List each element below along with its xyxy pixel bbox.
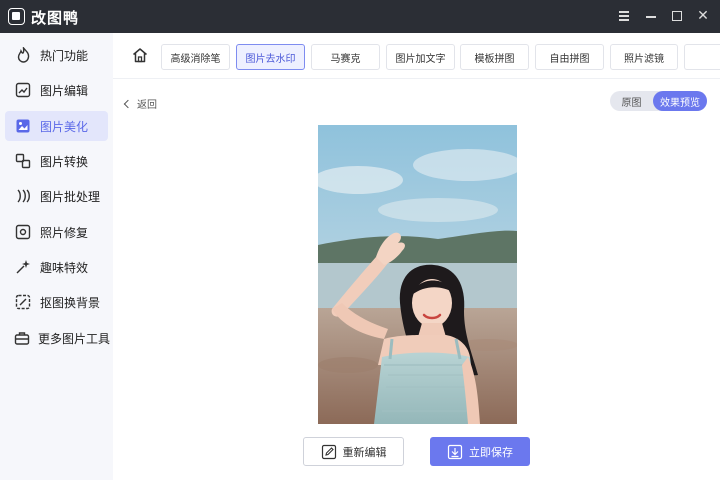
edit-icon xyxy=(321,444,336,459)
app-logo-icon xyxy=(8,8,25,25)
tab-template-collage[interactable]: 模板拼图 xyxy=(460,44,529,70)
save-now-button[interactable]: 立即保存 xyxy=(430,437,530,466)
tab-add-text[interactable]: 图片加文字 xyxy=(386,44,455,70)
sidebar-item-repair[interactable]: 照片修复 xyxy=(5,217,108,247)
close-icon[interactable]: ✕ xyxy=(695,8,711,24)
flame-icon xyxy=(14,47,32,63)
image-edit-icon xyxy=(14,82,32,98)
tab-watermark-removal[interactable]: 图片去水印 xyxy=(236,44,305,70)
sidebar-item-batch[interactable]: 图片批处理 xyxy=(5,181,108,211)
sidebar-item-edit[interactable]: 图片编辑 xyxy=(5,75,108,105)
cutout-icon xyxy=(14,294,32,310)
sidebar-item-beautify[interactable]: 图片美化 xyxy=(5,111,108,141)
app-title: 改图鸭 xyxy=(31,9,80,27)
tab-mosaic[interactable]: 马赛克 xyxy=(311,44,380,70)
sidebar-item-hot[interactable]: 热门功能 xyxy=(5,40,108,70)
minimize-icon[interactable] xyxy=(643,8,659,24)
download-icon xyxy=(447,444,463,459)
convert-icon xyxy=(14,153,32,169)
tool-tab-bar: 高级消除笔 图片去水印 马赛克 图片加文字 模板拼图 自由拼图 照片滤镜 xyxy=(113,33,720,79)
toggle-preview[interactable]: 效果预览 xyxy=(653,91,707,111)
sidebar: 热门功能 图片编辑 图片美化 图片转换 图片批处理 照片修复 趣味特效 抠图换背… xyxy=(0,33,113,480)
chevron-left-icon xyxy=(123,99,133,108)
title-bar: 改图鸭 ✕ xyxy=(0,0,720,33)
tab-photo-filter[interactable]: 照片滤镜 xyxy=(610,44,678,70)
sidebar-item-convert[interactable]: 图片转换 xyxy=(5,146,108,176)
tab-overflow[interactable] xyxy=(684,44,720,70)
sidebar-item-effects[interactable]: 趣味特效 xyxy=(5,252,108,282)
sidebar-item-cutout[interactable]: 抠图换背景 xyxy=(5,287,108,317)
sparkle-icon xyxy=(14,259,32,275)
back-button[interactable]: 返回 xyxy=(123,96,157,111)
batch-icon xyxy=(14,188,32,204)
image-beautify-icon xyxy=(14,118,32,134)
menu-icon[interactable] xyxy=(616,8,632,24)
main-content: 返回 原图 效果预览 重新编辑 立即保存 xyxy=(113,80,720,480)
back-label: 返回 xyxy=(137,100,157,111)
preview-image xyxy=(318,125,517,424)
home-icon[interactable] xyxy=(131,46,149,64)
save-now-label: 立即保存 xyxy=(469,445,513,459)
sidebar-item-more-tools[interactable]: 更多图片工具 xyxy=(5,323,110,353)
view-toggle: 原图 效果预览 xyxy=(610,91,707,111)
toolbox-icon xyxy=(14,330,30,346)
repair-icon xyxy=(14,224,32,240)
tab-free-collage[interactable]: 自由拼图 xyxy=(535,44,604,70)
maximize-icon[interactable] xyxy=(669,8,685,24)
re-edit-label: 重新编辑 xyxy=(342,445,387,459)
tab-advanced-eraser[interactable]: 高级消除笔 xyxy=(161,44,230,70)
toggle-original[interactable]: 原图 xyxy=(610,91,653,111)
re-edit-button[interactable]: 重新编辑 xyxy=(303,437,404,466)
